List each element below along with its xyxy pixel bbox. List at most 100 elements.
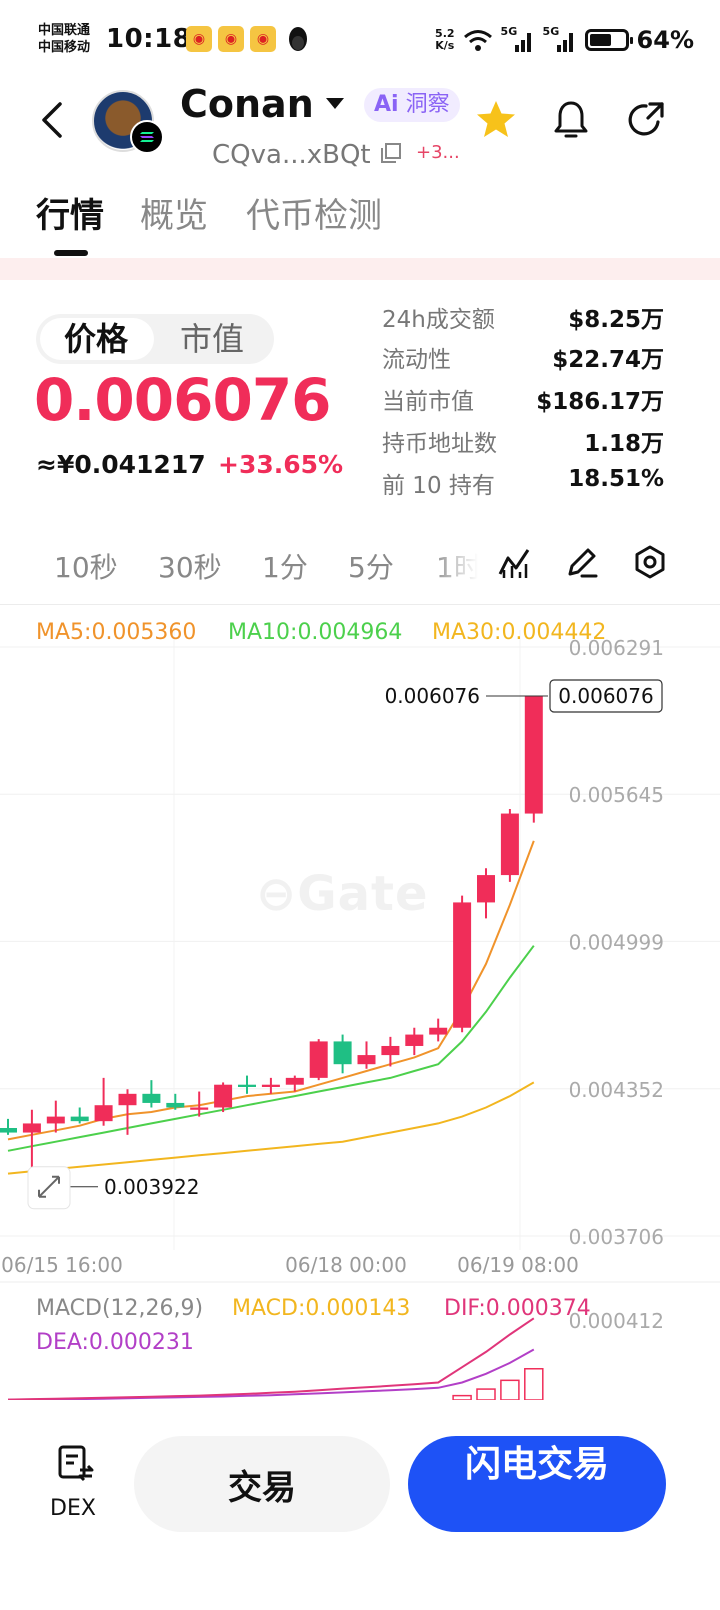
scroll-fade bbox=[430, 540, 490, 584]
stat-label: 24h成交额 bbox=[382, 307, 495, 333]
interval-10s[interactable]: 10秒 bbox=[54, 546, 118, 586]
candle-body bbox=[46, 1116, 65, 1124]
candle-body bbox=[500, 813, 519, 876]
active-tab-indicator bbox=[54, 250, 88, 256]
signal-5g-icon: 5G bbox=[501, 25, 535, 53]
stat-value: 18.51% bbox=[568, 466, 664, 492]
candle-body bbox=[477, 875, 495, 903]
settings-hex-icon[interactable] bbox=[632, 544, 668, 580]
token-name[interactable]: Conan bbox=[180, 82, 314, 126]
dea-value: DEA:0.000231 bbox=[36, 1330, 194, 1355]
stat-value: $22.74万 bbox=[552, 347, 664, 373]
contract-address: CQva...xBQt bbox=[212, 140, 371, 170]
interval-1m[interactable]: 1分 bbox=[262, 546, 308, 586]
trade-button[interactable]: 交易 bbox=[134, 1436, 390, 1532]
candle-body bbox=[357, 1055, 376, 1065]
candle-body bbox=[214, 1084, 233, 1108]
draw-pencil-icon[interactable] bbox=[564, 544, 600, 580]
ma5-legend: MA5:0.005360 bbox=[36, 620, 197, 645]
signal-5g-icon: 5G bbox=[543, 25, 577, 53]
candle-body bbox=[524, 695, 543, 814]
candle-body bbox=[190, 1107, 209, 1110]
status-right: 5.2 K/s 5G 5G 64% bbox=[435, 25, 694, 54]
interval-30s[interactable]: 30秒 bbox=[158, 546, 222, 586]
candle-body bbox=[22, 1123, 41, 1133]
candle-body bbox=[0, 1127, 17, 1133]
ma30-line bbox=[7, 1081, 535, 1175]
price-change: +33.65% bbox=[218, 450, 344, 479]
carrier-1: 中国联通 bbox=[38, 23, 91, 38]
candle-body bbox=[261, 1084, 280, 1087]
qq-penguin-icon bbox=[289, 27, 307, 51]
y-tick-label: 0.005645 bbox=[569, 783, 664, 807]
stat-label: 持币地址数 bbox=[382, 431, 497, 457]
stat-label: 当前市值 bbox=[382, 389, 474, 415]
current-price: 0.006076 bbox=[34, 366, 332, 434]
tab-token-check[interactable]: 代币检测 bbox=[246, 188, 382, 237]
weibo-icon: ◉ bbox=[250, 26, 276, 52]
candle-body bbox=[405, 1034, 424, 1046]
candle-body bbox=[94, 1105, 113, 1122]
candle-body bbox=[309, 1041, 328, 1078]
candle-body bbox=[381, 1045, 400, 1056]
candle-body bbox=[238, 1084, 256, 1087]
net-speed: 5.2 K/s bbox=[435, 27, 455, 52]
y-tick-label: 0.004999 bbox=[569, 930, 664, 954]
interval-5m[interactable]: 5分 bbox=[348, 546, 394, 586]
stat-label: 前 10 持有 bbox=[382, 473, 495, 499]
dex-swap-icon[interactable] bbox=[56, 1444, 96, 1484]
stat-value: $8.25万 bbox=[568, 307, 664, 333]
low-price-label: 0.003922 bbox=[104, 1175, 199, 1199]
y-tick-label: 0.003706 bbox=[569, 1225, 664, 1249]
stat-value: $186.17万 bbox=[536, 389, 664, 415]
last-price-label: 0.006076 bbox=[385, 684, 480, 708]
token-dropdown-icon[interactable] bbox=[326, 98, 344, 109]
macd-hist-bar bbox=[500, 1379, 520, 1400]
macd-hist-bar bbox=[476, 1388, 496, 1400]
copy-icon[interactable] bbox=[380, 142, 402, 164]
x-tick-label: 06/18 00:00 bbox=[285, 1253, 407, 1277]
battery-icon bbox=[584, 29, 633, 51]
ma30-legend: MA30:0.004442 bbox=[432, 620, 607, 645]
candle-body bbox=[453, 902, 472, 1028]
x-tick-label: 06/15 16:00 bbox=[1, 1253, 123, 1277]
x-tick-label: 06/19 08:00 bbox=[457, 1253, 579, 1277]
weibo-icon: ◉ bbox=[186, 26, 212, 52]
stat-value: 1.18万 bbox=[584, 431, 664, 457]
bell-icon[interactable] bbox=[550, 98, 592, 142]
clock: 10:18 bbox=[106, 24, 192, 54]
dif-value: DIF:0.000374 bbox=[444, 1296, 591, 1321]
toggle-market-cap[interactable]: 市值 bbox=[180, 318, 244, 360]
flash-trade-button[interactable]: 闪电交易 bbox=[408, 1436, 666, 1532]
macd-value: MACD:0.000143 bbox=[232, 1296, 411, 1321]
dex-label[interactable]: DEX bbox=[50, 1496, 96, 1521]
weibo-icon: ◉ bbox=[218, 26, 244, 52]
tab-market[interactable]: 行情 bbox=[36, 188, 104, 237]
tab-overview[interactable]: 概览 bbox=[140, 188, 208, 237]
battery-percent: 64% bbox=[636, 26, 694, 54]
tinted-divider bbox=[0, 258, 720, 280]
more-chains-badge[interactable]: +3... bbox=[416, 142, 460, 163]
carrier-2: 中国移动 bbox=[38, 40, 91, 55]
ma10-legend: MA10:0.004964 bbox=[228, 620, 403, 645]
wifi-icon bbox=[463, 30, 492, 51]
ai-insight-badge[interactable]: Ai 洞察 bbox=[364, 88, 460, 122]
toggle-price[interactable]: 价格 bbox=[64, 318, 128, 360]
solana-chain-icon bbox=[130, 120, 164, 154]
stat-label: 流动性 bbox=[382, 347, 451, 373]
candle-body bbox=[70, 1116, 89, 1122]
macd-title: MACD(12,26,9) bbox=[36, 1296, 204, 1321]
carrier-labels: 中国联通 中国移动 bbox=[38, 22, 90, 56]
macd-hist-bar bbox=[524, 1368, 544, 1400]
share-icon[interactable] bbox=[624, 98, 668, 142]
y-tick-label: 0.004352 bbox=[569, 1078, 664, 1102]
price-cny: ≈¥0.041217 bbox=[36, 450, 206, 479]
price-chart[interactable]: 0.0062910.0056450.0049990.0043520.003706… bbox=[0, 600, 720, 1400]
candle-body bbox=[142, 1093, 161, 1103]
candle-body bbox=[166, 1102, 185, 1108]
indicator-icon[interactable] bbox=[496, 544, 532, 580]
back-arrow-icon[interactable] bbox=[34, 100, 74, 140]
last-price-tag-text: 0.006076 bbox=[558, 684, 653, 708]
favorite-star-icon[interactable] bbox=[474, 98, 518, 142]
candle-body bbox=[333, 1041, 352, 1065]
